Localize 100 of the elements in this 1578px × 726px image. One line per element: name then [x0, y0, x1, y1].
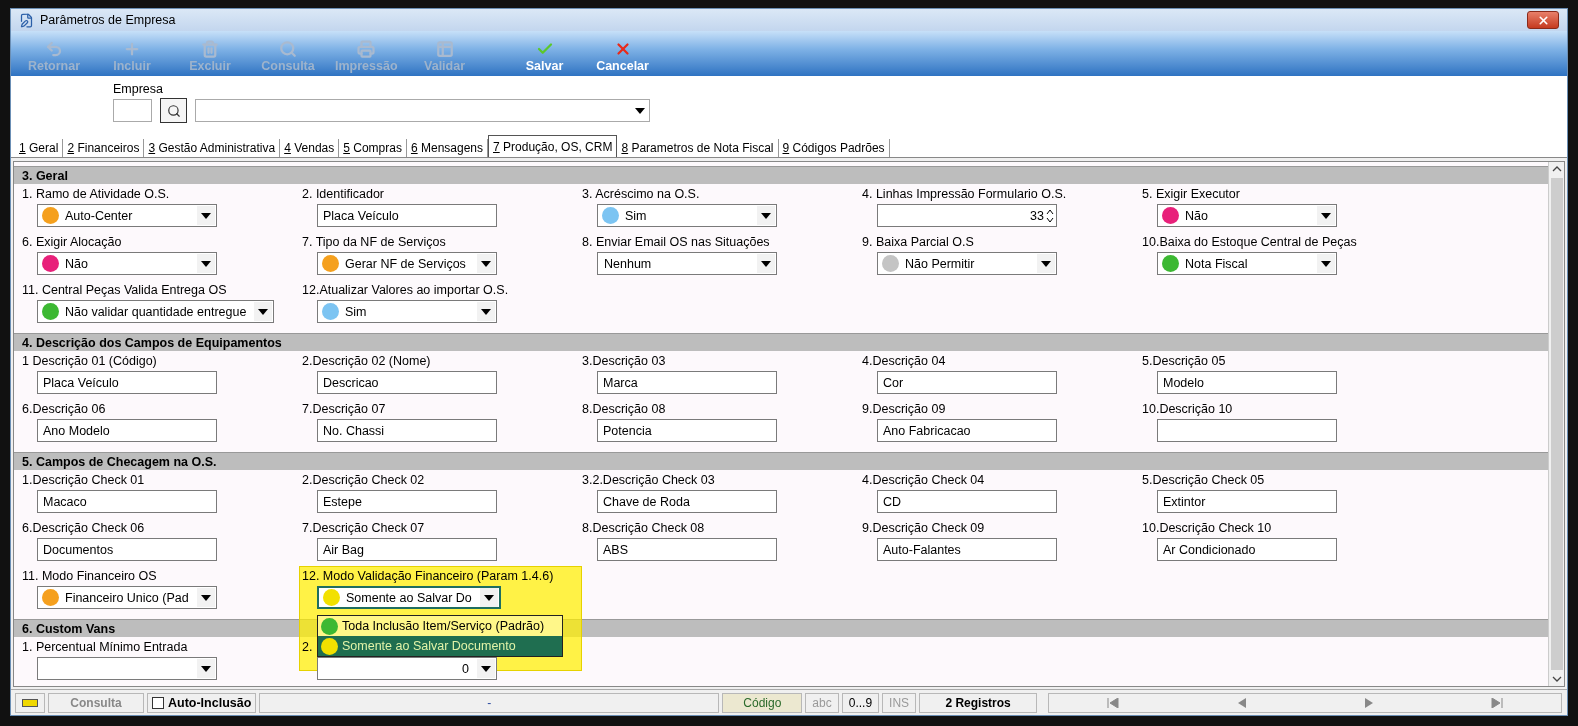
tab[interactable]: 5 Compras [339, 139, 407, 157]
caret-icon [201, 212, 211, 219]
text-field[interactable]: Auto-Falantes [877, 538, 1057, 561]
document-edit-icon [19, 12, 34, 28]
dropdown[interactable]: Não [1157, 204, 1337, 227]
spin-field[interactable]: 33 [877, 204, 1057, 227]
dropdown[interactable]: Sim [317, 300, 497, 323]
plus-icon [123, 40, 141, 58]
checkbox[interactable] [152, 696, 164, 709]
field-label: 1 Descrição 01 (Código) [22, 354, 157, 368]
search-icon [279, 40, 297, 58]
caret-icon [258, 308, 269, 315]
status-button[interactable] [15, 692, 45, 713]
text-field[interactable]: CD [877, 490, 1057, 513]
field-label: 5.Descrição 05 [1142, 354, 1226, 368]
dropdown[interactable]: Nenhum [597, 252, 777, 275]
tab[interactable]: 9 Códigos Padrões [778, 139, 890, 157]
text-field[interactable]: Marca [597, 371, 777, 394]
caret-icon [635, 107, 645, 114]
dropdown-option[interactable]: Somente ao Salvar Documento [318, 636, 562, 656]
field-label: 11. Central Peças Valida Entrega OS [22, 283, 227, 297]
field-label: 10.Baixa do Estoque Central de Peças [1142, 235, 1357, 249]
field-label: 12.Atualizar Valores ao importar O.S. [302, 283, 509, 297]
search-button[interactable] [160, 98, 187, 123]
section-header: 5. Campos de Checagem na O.S. [14, 452, 1548, 470]
dropdown[interactable]: Somente ao Salvar Do [317, 586, 501, 609]
field-label: Empresa [113, 82, 165, 96]
field-label: 10.Descrição Check 10 [1142, 521, 1272, 535]
previous-icon [1236, 697, 1246, 708]
text-field[interactable]: Placa Veículo [37, 371, 217, 394]
text-field[interactable]: Cor [877, 371, 1057, 394]
folder-icon [22, 698, 38, 707]
field-label: 3.2.Descrição Check 03 [582, 473, 715, 487]
digits-indicator: 0...9 [841, 692, 880, 713]
search-icon [166, 103, 181, 118]
dropdown[interactable]: Não validar quantidade entregue [37, 300, 275, 323]
caret-icon [1321, 212, 1331, 219]
key-field-indicator: Código [722, 692, 803, 713]
field-label: 2. [302, 640, 313, 654]
field-label: 9. Baixa Parcial O.S [862, 235, 974, 249]
dropdown[interactable]: Financeiro Unico (Pad [37, 586, 217, 609]
dropdown[interactable] [195, 99, 650, 122]
field-label: 8.Descrição Check 08 [582, 521, 705, 535]
dropdown[interactable]: Não Permitir [877, 252, 1057, 275]
text-field[interactable]: Descricao [317, 371, 497, 394]
field-label: 6. Exigir Alocação [22, 235, 122, 249]
text-field[interactable]: Estepe [317, 490, 497, 513]
tab[interactable]: 2 Financeiros [63, 139, 145, 157]
dropdown[interactable]: Sim [597, 204, 777, 227]
abc-indicator: abc [805, 692, 839, 713]
tab[interactable]: 8 Parametros de Nota Fiscal [617, 139, 779, 157]
text-field[interactable]: Air Bag [317, 538, 497, 561]
tab[interactable]: 1 Geral [15, 139, 64, 157]
field-label: 1.Descrição Check 01 [22, 473, 145, 487]
table-icon [435, 40, 454, 58]
field-label: 10.Descrição 10 [1142, 402, 1233, 416]
text-field[interactable]: Potencia [597, 419, 777, 442]
field-label: 8. Enviar Email OS nas Situações [582, 235, 770, 249]
toolbar-button[interactable]: Cancelar [583, 40, 662, 73]
close-button[interactable] [1527, 11, 1559, 29]
tab[interactable]: 3 Gestão Administrativa [144, 139, 281, 157]
undo-icon [45, 40, 63, 58]
caret-icon [761, 212, 771, 219]
trash-icon [201, 40, 219, 58]
dropdown[interactable]: Auto-Center [37, 204, 217, 227]
field-label: 2. Identificador [302, 187, 384, 201]
field-label: 2.Descrição Check 02 [302, 473, 425, 487]
field-label: 4.Descrição 04 [862, 354, 946, 368]
text-field[interactable]: Ar Condicionado [1157, 538, 1337, 561]
dropdown[interactable]: 0 [317, 657, 497, 680]
text-field[interactable]: No. Chassi [317, 419, 497, 442]
text-field[interactable]: Placa Veículo [317, 204, 497, 227]
window-title: Parâmetros de Empresa [40, 13, 176, 27]
section-header: 4. Descrição dos Campos de Equipamentos [14, 333, 1548, 351]
caret-icon [761, 260, 771, 267]
text-field[interactable]: Modelo [1157, 371, 1337, 394]
tab[interactable]: 7 Produção, OS, CRM [488, 135, 618, 157]
tab[interactable]: 4 Vendas [280, 139, 340, 157]
dropdown[interactable]: Gerar NF de Serviços [317, 252, 497, 275]
code-field[interactable] [113, 99, 152, 122]
text-field[interactable]: Ano Modelo [37, 419, 217, 442]
dropdown-option[interactable]: Toda Inclusão Item/Serviço (Padrão) [318, 616, 562, 636]
field-label: 3.Descrição 03 [582, 354, 666, 368]
dropdown[interactable]: Nota Fiscal [1157, 252, 1337, 275]
text-field[interactable]: Documentos [37, 538, 217, 561]
dropdown[interactable]: Não [37, 252, 217, 275]
dropdown[interactable] [37, 657, 217, 680]
text-field[interactable]: Extintor [1157, 490, 1337, 513]
caret-icon [481, 308, 491, 315]
scrollbar[interactable] [1548, 162, 1564, 686]
text-field[interactable]: ABS [597, 538, 777, 561]
toolbar-button[interactable]: Salvar [505, 40, 584, 73]
text-field[interactable]: Ano Fabricacao [877, 419, 1057, 442]
field-label: 4.Descrição Check 04 [862, 473, 985, 487]
text-field[interactable]: Chave de Roda [597, 490, 777, 513]
next-icon [1364, 697, 1374, 708]
text-field[interactable]: Macaco [37, 490, 217, 513]
caret-icon [481, 260, 491, 267]
caret-icon [481, 665, 491, 672]
text-field[interactable] [1157, 419, 1337, 442]
